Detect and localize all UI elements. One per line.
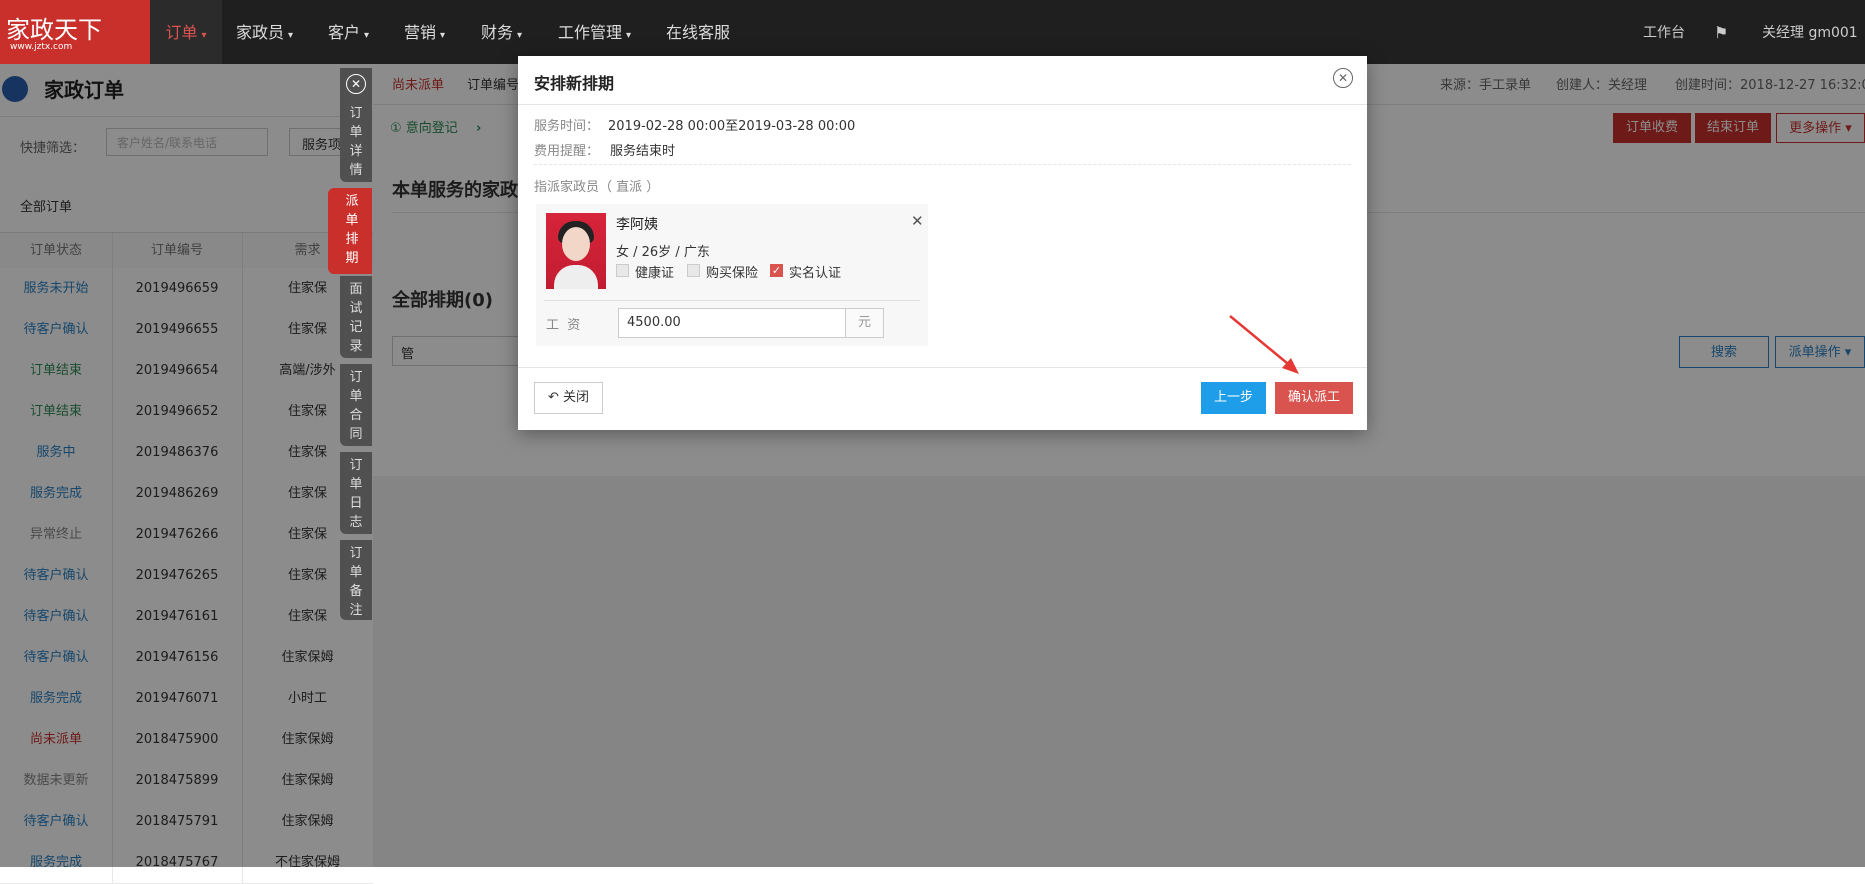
nav-finance[interactable]: 财务 ▾ [481,0,522,64]
modal-close-button[interactable]: ✕ [1333,68,1353,88]
fee-reminder-label: 费用提醒： [534,144,600,159]
chevron-down-icon: ▾ [517,30,523,41]
workbench-link[interactable]: 工作台 [1643,0,1685,64]
health-cert-label: 健康证 [635,266,675,281]
tab-label: 面试记录 [349,282,363,354]
close-icon: ✕ [346,74,366,94]
nav-marketing[interactable]: 营销 ▾ [404,0,445,64]
tab-label: 订单合同 [349,370,363,442]
chevron-down-icon: ▾ [626,30,632,41]
nav-orders[interactable]: 订单 ▾ [150,0,222,64]
tab-label: 订单备注 [349,546,363,618]
service-time-value: 2019-02-28 00:00至2019-03-28 00:00 [608,119,856,134]
nav-customers[interactable]: 客户 ▾ [328,0,369,64]
close-icon: ✕ [911,212,924,230]
close-icon: ✕ [1337,71,1349,85]
worker-info: 女 / 26岁 / 广东 [616,245,710,260]
nav-workers[interactable]: 家政员 ▾ [236,0,293,64]
confirm-dispatch-button[interactable]: 确认派工 [1275,382,1353,414]
insurance-checkbox[interactable] [687,264,700,277]
fee-reminder-value: 服务结束时 [610,144,676,159]
service-time-label: 服务时间： [534,119,600,134]
assign-worker-label: 指派家政员（ 直派 ） [534,180,660,195]
divider [544,300,920,301]
worker-name: 李阿姨 [616,217,658,233]
real-name-label: 实名认证 [789,266,842,281]
tab-label: 订单详情 [349,106,363,178]
worker-card: 李阿姨 女 / 26岁 / 广东 健康证 购买保险 ✓ 实名认证 ✕ 工 资 4… [536,204,928,346]
nav-online-service[interactable]: 在线客服 [666,0,730,64]
salary-input[interactable]: 4500.00 [618,308,846,338]
user-menu[interactable]: 关经理 gm001 ▾ [1762,0,1865,107]
tab-label: 派单排期 [345,194,359,266]
tab-dispatch-schedule[interactable]: 派单排期 [328,188,372,274]
tab-label: 订单日志 [349,458,363,530]
chevron-down-icon: ▾ [364,30,370,41]
modal-title: 安排新排期 [534,74,615,93]
real-name-checkbox[interactable]: ✓ [770,264,783,277]
health-cert-checkbox[interactable] [616,264,629,277]
divider [534,164,1351,165]
undo-icon: ↶ [547,390,559,405]
check-icon: ✓ [771,264,782,277]
photo-shirt [554,265,598,289]
salary-label: 工 资 [546,318,581,333]
nav-work-management[interactable]: 工作管理 ▾ [558,0,631,64]
chevron-down-icon: ▾ [440,30,446,41]
remove-worker-button[interactable]: ✕ [911,212,924,230]
photo-face [562,227,590,261]
insurance-label: 购买保险 [706,266,759,281]
annotation-arrow-icon [1229,315,1299,374]
tab-order-details[interactable]: 订单详情 [340,100,372,182]
chevron-down-icon: ▾ [201,30,207,41]
logo-url: www.jztx.com [10,42,73,52]
side-panel-close[interactable]: ✕ [340,68,372,100]
megaphone-icon[interactable]: ⚑ [1714,0,1728,64]
chevron-down-icon: ▾ [288,30,294,41]
tab-interview-records[interactable]: 面试记录 [340,276,372,358]
salary-unit: 元 [846,308,884,338]
worker-photo [546,213,606,289]
divider [518,104,1367,105]
tab-order-log[interactable]: 订单日志 [340,452,372,534]
modal-close-text-button[interactable]: ↶ 关闭 [534,382,603,414]
logo-text: 家政天下 [6,16,102,44]
previous-step-button[interactable]: 上一步 [1201,382,1266,414]
brand-logo[interactable]: 家政天下 www.jztx.com [0,0,150,64]
tab-order-remarks[interactable]: 订单备注 [340,540,372,620]
tab-order-contract[interactable]: 订单合同 [340,364,372,446]
